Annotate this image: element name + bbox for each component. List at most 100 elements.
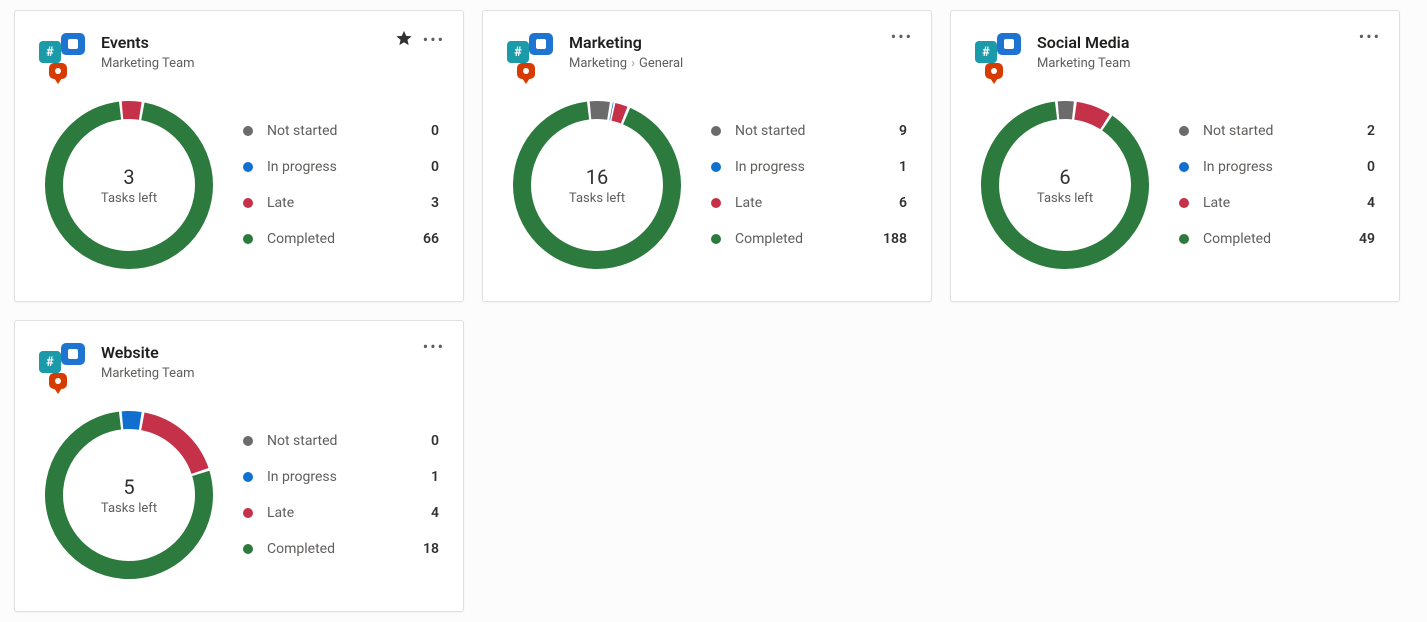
tasks-left-count: 3 <box>123 165 134 189</box>
legend-value-not_started: 9 <box>875 123 907 139</box>
legend-value-in_progress: 0 <box>1343 159 1375 175</box>
plan-title[interactable]: Marketing <box>569 33 907 52</box>
legend-value-late: 4 <box>1343 195 1375 211</box>
legend-label-late: Late <box>267 505 407 521</box>
status-legend: Not started 0 In progress 1 Late 4 Compl… <box>243 423 439 567</box>
legend-label-late: Late <box>267 195 407 211</box>
legend-label-not_started: Not started <box>735 123 875 139</box>
tasks-left-label: Tasks left <box>101 501 157 516</box>
legend-row-completed: Completed 188 <box>711 221 907 257</box>
legend-value-not_started: 0 <box>407 433 439 449</box>
legend-label-not_started: Not started <box>267 433 407 449</box>
legend-row-completed: Completed 18 <box>243 531 439 567</box>
legend-dot-not_started <box>243 126 253 136</box>
more-actions-button[interactable]: ••• <box>891 29 913 45</box>
legend-value-late: 3 <box>407 195 439 211</box>
tasks-donut-chart: 6 Tasks left <box>975 95 1155 275</box>
legend-row-not_started: Not started 0 <box>243 113 439 149</box>
legend-label-not_started: Not started <box>267 123 407 139</box>
legend-row-completed: Completed 49 <box>1179 221 1375 257</box>
legend-row-completed: Completed 66 <box>243 221 439 257</box>
legend-label-in_progress: In progress <box>735 159 875 175</box>
status-legend: Not started 0 In progress 0 Late 3 Compl… <box>243 113 439 257</box>
legend-value-completed: 49 <box>1343 231 1375 247</box>
legend-label-in_progress: In progress <box>267 159 407 175</box>
legend-row-in_progress: In progress 0 <box>243 149 439 185</box>
legend-value-not_started: 0 <box>407 123 439 139</box>
legend-row-not_started: Not started 2 <box>1179 113 1375 149</box>
tasks-left-count: 16 <box>586 165 608 189</box>
legend-dot-late <box>243 198 253 208</box>
planner-hub: ••• # Events Marketing Team 3 Tasks left <box>14 10 1413 612</box>
legend-label-completed: Completed <box>267 231 407 247</box>
legend-label-not_started: Not started <box>1203 123 1343 139</box>
legend-dot-not_started <box>1179 126 1189 136</box>
legend-dot-completed <box>243 234 253 244</box>
legend-label-completed: Completed <box>267 541 407 557</box>
plan-card-social-media[interactable]: ••• # Social Media Marketing Team 6 Task… <box>950 10 1400 302</box>
legend-row-in_progress: In progress 0 <box>1179 149 1375 185</box>
legend-dot-completed <box>243 544 253 554</box>
plan-icon: # <box>975 33 1023 81</box>
plan-icon: # <box>39 33 87 81</box>
plan-card-events[interactable]: ••• # Events Marketing Team 3 Tasks left <box>14 10 464 302</box>
plan-icon: # <box>507 33 555 81</box>
plan-card-marketing[interactable]: ••• # Marketing Marketing›General 16 Tas… <box>482 10 932 302</box>
legend-row-late: Late 6 <box>711 185 907 221</box>
tasks-donut-chart: 5 Tasks left <box>39 405 219 585</box>
legend-dot-completed <box>1179 234 1189 244</box>
plan-title[interactable]: Social Media <box>1037 33 1375 52</box>
more-actions-button[interactable]: ••• <box>1359 29 1381 45</box>
legend-row-in_progress: In progress 1 <box>711 149 907 185</box>
legend-value-completed: 188 <box>875 231 907 247</box>
legend-value-completed: 66 <box>407 231 439 247</box>
legend-value-late: 6 <box>875 195 907 211</box>
tasks-left-count: 6 <box>1059 165 1070 189</box>
legend-label-completed: Completed <box>1203 231 1343 247</box>
plan-subtitle: Marketing Team <box>1037 56 1131 71</box>
legend-value-completed: 18 <box>407 541 439 557</box>
legend-value-in_progress: 1 <box>875 159 907 175</box>
status-legend: Not started 9 In progress 1 Late 6 Compl… <box>711 113 907 257</box>
plan-subtitle: Marketing Team <box>101 366 195 381</box>
legend-row-not_started: Not started 0 <box>243 423 439 459</box>
legend-dot-not_started <box>243 436 253 446</box>
plan-title[interactable]: Events <box>101 33 439 52</box>
legend-label-late: Late <box>735 195 875 211</box>
legend-value-in_progress: 0 <box>407 159 439 175</box>
legend-label-completed: Completed <box>735 231 875 247</box>
tasks-left-count: 5 <box>123 475 134 499</box>
legend-label-in_progress: In progress <box>267 469 407 485</box>
more-actions-button[interactable]: ••• <box>423 339 445 355</box>
legend-dot-late <box>243 508 253 518</box>
legend-value-late: 4 <box>407 505 439 521</box>
tasks-left-label: Tasks left <box>569 191 625 206</box>
more-actions-button[interactable]: ••• <box>423 32 445 48</box>
legend-dot-in_progress <box>243 472 253 482</box>
favorite-star-icon[interactable] <box>395 29 413 51</box>
plan-title[interactable]: Website <box>101 343 439 362</box>
legend-row-late: Late 3 <box>243 185 439 221</box>
legend-row-late: Late 4 <box>1179 185 1375 221</box>
legend-value-not_started: 2 <box>1343 123 1375 139</box>
legend-dot-in_progress <box>243 162 253 172</box>
legend-row-in_progress: In progress 1 <box>243 459 439 495</box>
legend-dot-late <box>711 198 721 208</box>
legend-dot-in_progress <box>1179 162 1189 172</box>
breadcrumb[interactable]: Marketing›General <box>569 56 683 71</box>
plan-card-website[interactable]: ••• # Website Marketing Team 5 Tasks lef… <box>14 320 464 612</box>
plan-icon: # <box>39 343 87 391</box>
legend-label-late: Late <box>1203 195 1343 211</box>
legend-dot-not_started <box>711 126 721 136</box>
tasks-left-label: Tasks left <box>1037 191 1093 206</box>
status-legend: Not started 2 In progress 0 Late 4 Compl… <box>1179 113 1375 257</box>
legend-row-not_started: Not started 9 <box>711 113 907 149</box>
legend-value-in_progress: 1 <box>407 469 439 485</box>
legend-label-in_progress: In progress <box>1203 159 1343 175</box>
legend-dot-in_progress <box>711 162 721 172</box>
tasks-donut-chart: 16 Tasks left <box>507 95 687 275</box>
plan-subtitle: Marketing Team <box>101 56 195 71</box>
legend-dot-completed <box>711 234 721 244</box>
legend-dot-late <box>1179 198 1189 208</box>
legend-row-late: Late 4 <box>243 495 439 531</box>
